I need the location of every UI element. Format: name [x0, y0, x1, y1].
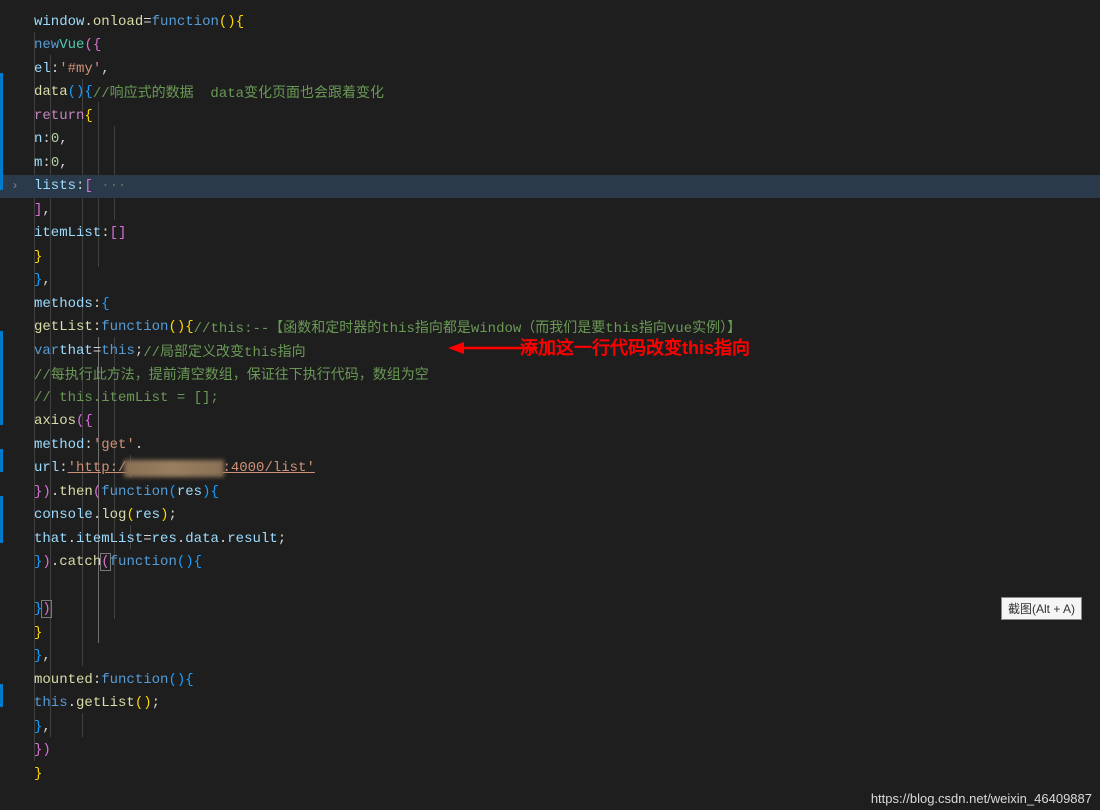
code-line[interactable]: return{: [30, 104, 1100, 128]
code-line[interactable]: that.itemList = res.data.result;: [30, 527, 1100, 551]
code-line[interactable]: }): [30, 739, 1100, 763]
code-line[interactable]: // this.itemList = [];: [30, 386, 1100, 410]
code-line[interactable]: new Vue({: [30, 34, 1100, 58]
code-line[interactable]: el:'#my',: [30, 57, 1100, 81]
code-line[interactable]: mounted:function(){: [30, 668, 1100, 692]
code-line[interactable]: //每执行此方法，提前清空数组，保证往下执行代码，数组为空: [30, 363, 1100, 387]
code-line[interactable]: method:'get'.: [30, 433, 1100, 457]
code-line[interactable]: }): [30, 598, 1100, 622]
code-line[interactable]: n:0,: [30, 128, 1100, 152]
gutter: ›: [0, 8, 30, 810]
code-line[interactable]: axios({: [30, 410, 1100, 434]
code-editor[interactable]: › wind: [0, 8, 1100, 810]
code-line[interactable]: itemList:[]: [30, 222, 1100, 246]
watermark: https://blog.csdn.net/weixin_46409887: [871, 791, 1092, 806]
breadcrumb[interactable]: [0, 0, 1100, 8]
code-line-active[interactable]: lists:[ ···: [30, 175, 1100, 199]
code-line[interactable]: }).catch(function(){: [30, 551, 1100, 575]
code-line[interactable]: },: [30, 269, 1100, 293]
code-line[interactable]: ],: [30, 198, 1100, 222]
code-line[interactable]: }: [30, 762, 1100, 786]
code-line[interactable]: },: [30, 715, 1100, 739]
code-line[interactable]: },: [30, 645, 1100, 669]
code-line[interactable]: }: [30, 245, 1100, 269]
code-line[interactable]: }: [30, 621, 1100, 645]
annotation-text: 添加这一行代码改变this指向: [520, 334, 750, 360]
code-line[interactable]: console.log(res);: [30, 504, 1100, 528]
code-line[interactable]: methods:{: [30, 292, 1100, 316]
redacted-url: [124, 460, 224, 477]
code-line[interactable]: data(){//响应式的数据 data变化页面也会跟着变化: [30, 81, 1100, 105]
code-line[interactable]: [30, 574, 1100, 598]
code-area[interactable]: window.onload=function(){ new Vue({ el:'…: [30, 8, 1100, 810]
fold-arrow-icon[interactable]: ›: [11, 179, 18, 193]
code-line[interactable]: }).then(function(res){: [30, 480, 1100, 504]
code-line[interactable]: m:0,: [30, 151, 1100, 175]
screenshot-tooltip: 截图(Alt + A): [1001, 597, 1082, 620]
code-line[interactable]: url:'http:/:4000/list': [30, 457, 1100, 481]
code-line[interactable]: window.onload=function(){: [30, 10, 1100, 34]
code-line[interactable]: this.getList();: [30, 692, 1100, 716]
